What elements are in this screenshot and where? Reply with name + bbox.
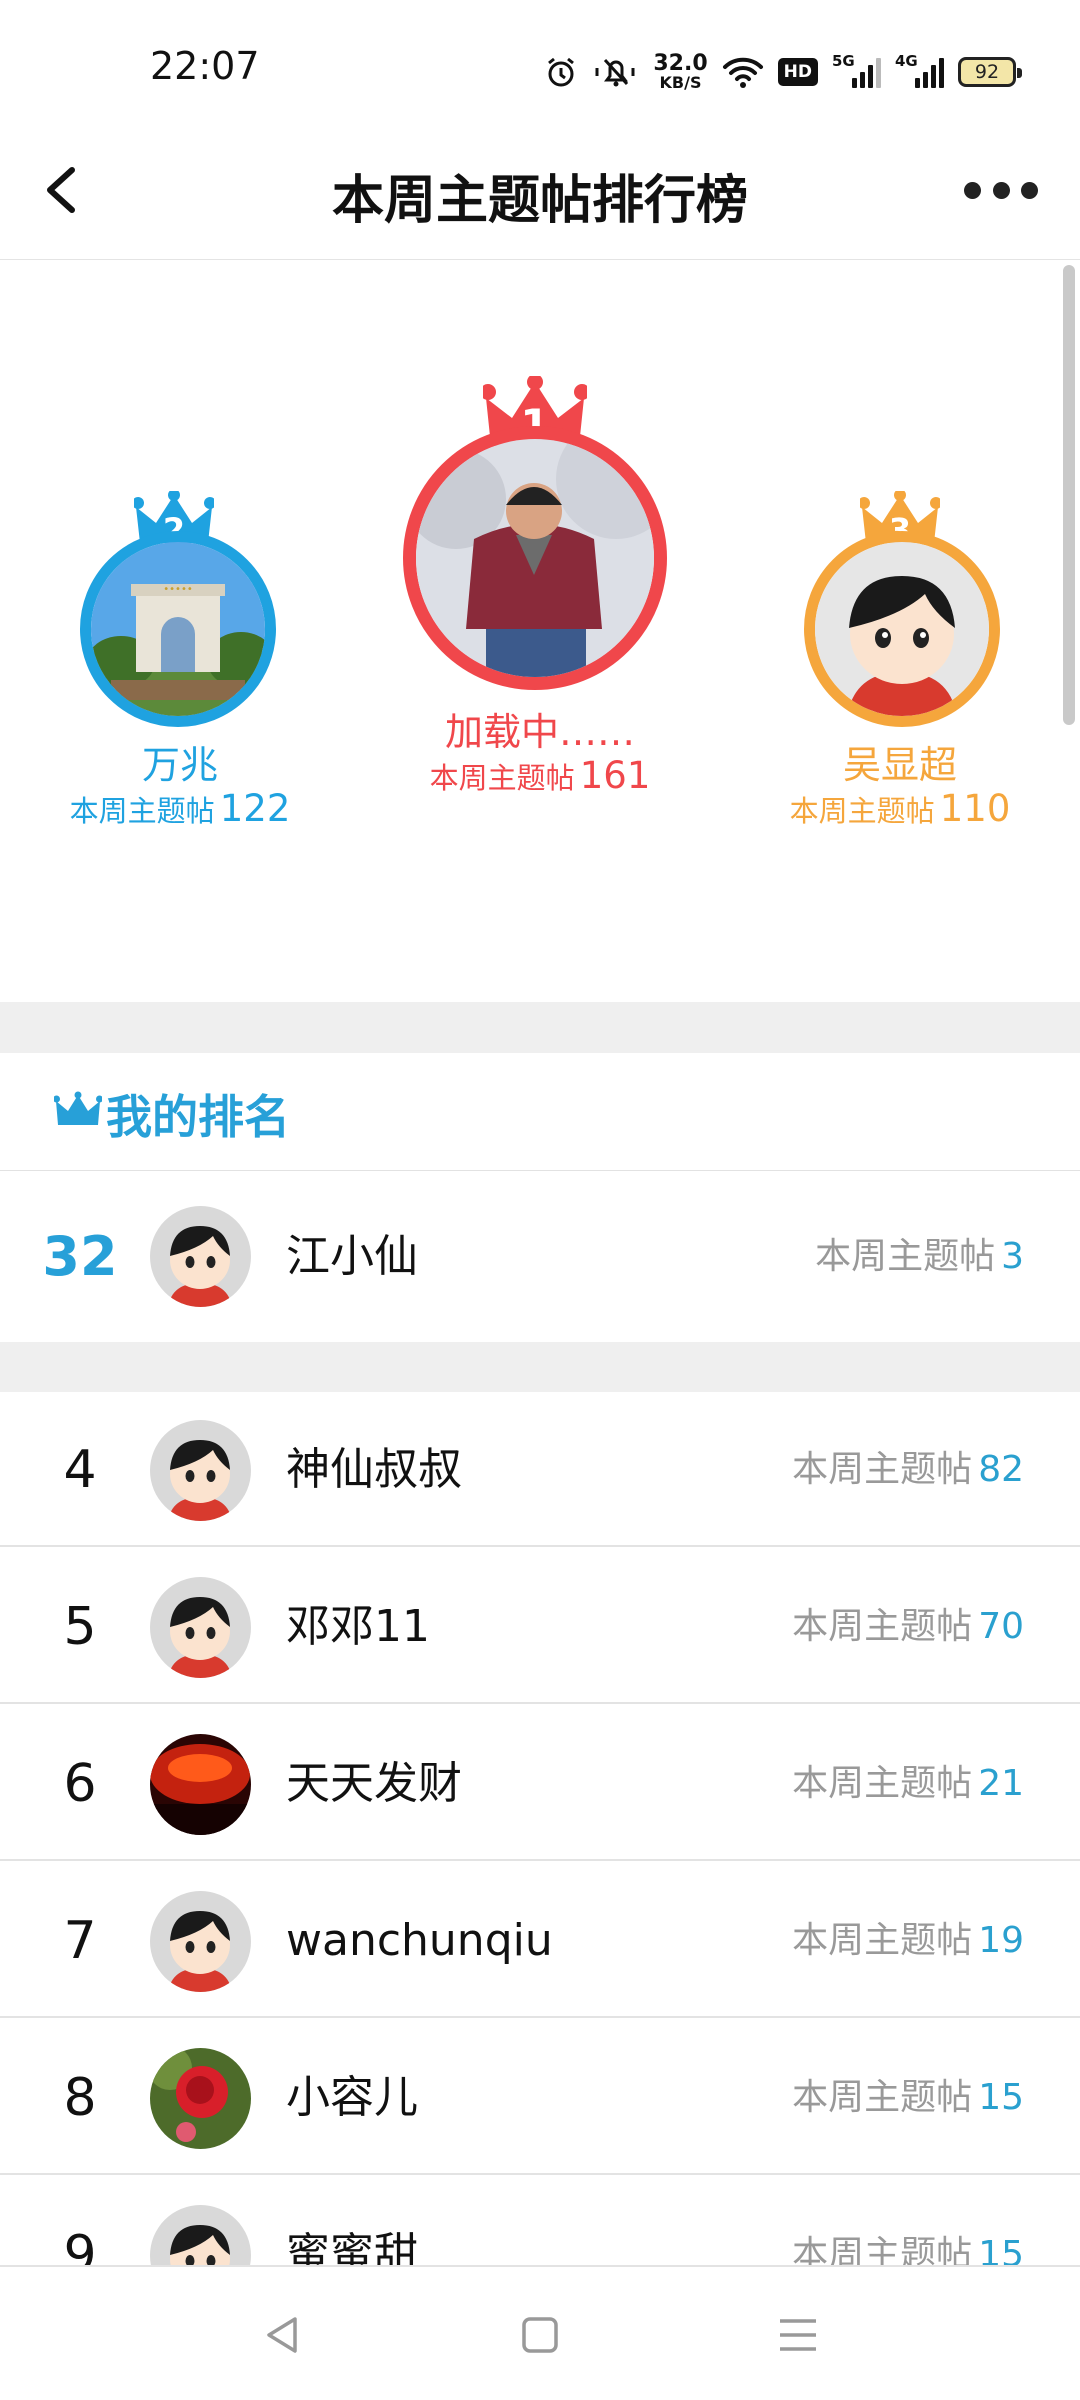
avatar — [804, 531, 1000, 727]
user-name: 江小仙 — [286, 1231, 418, 1282]
post-count: 本周主题帖 82 — [792, 1449, 1024, 1490]
user-name: 神仙叔叔 — [286, 1444, 462, 1495]
net-speed: 32.0 KB/S — [653, 51, 708, 92]
signal-4g-icon: 4G — [895, 52, 944, 88]
podium-name: 万兆 — [141, 743, 218, 787]
avatar — [150, 1420, 251, 1521]
scrollbar[interactable] — [1063, 265, 1075, 725]
rank-number: 6 — [63, 1754, 97, 1814]
menu-lines-icon[interactable] — [770, 2307, 826, 2363]
list-item[interactable]: 9 蜜蜜甜 本周主题帖 15 — [0, 2178, 1080, 2267]
post-count: 本周主题帖 15 — [792, 2077, 1024, 2118]
avatar — [150, 1891, 251, 1992]
status-time: 22:07 — [150, 44, 260, 88]
post-count: 本周主题帖 70 — [792, 1606, 1024, 1647]
battery-icon: 92 — [958, 57, 1022, 87]
user-name: 天天发财 — [286, 1758, 462, 1809]
user-name: 小容儿 — [286, 2072, 418, 2123]
podium-stat: 本周主题帖 122 — [69, 787, 291, 830]
user-name: 蜜蜜甜 — [286, 2229, 418, 2267]
section-divider — [0, 1002, 1080, 1053]
avatar — [150, 1577, 251, 1678]
post-count: 本周主题帖 21 — [792, 1763, 1024, 1804]
section-divider — [0, 1342, 1080, 1392]
mute-icon — [595, 58, 635, 87]
podium-rank-1[interactable]: 1 加载中…… 本周主题帖 161 — [395, 374, 685, 816]
crown-icon — [54, 1091, 102, 1125]
list-item[interactable]: 4 神仙叔叔 本周主题帖 82 — [0, 1393, 1080, 1547]
alarm-icon — [548, 57, 575, 87]
page-title: 本周主题帖排行榜 — [331, 171, 748, 231]
system-nav-bar — [0, 2267, 1080, 2400]
avatar — [150, 2048, 251, 2149]
podium-name: 加载中…… — [444, 710, 635, 754]
svg-text:•••••: ••••• — [163, 584, 193, 595]
top-nav: 本周主题帖排行榜 — [0, 120, 1080, 260]
rank-number: 9 — [63, 2225, 97, 2267]
wifi-icon — [722, 57, 763, 88]
podium-rank-2[interactable]: 2 ••••• 万兆 本周主题帖 122 — [40, 489, 320, 891]
back-triangle-icon[interactable] — [255, 2307, 311, 2363]
avatar — [403, 426, 667, 690]
rank-number: 7 — [63, 1911, 97, 1971]
list-item[interactable]: 6 天天发财 本周主题帖 21 — [0, 1707, 1080, 1861]
status-bar: 22:07 32.0 KB/S HD 5G 4G 92 — [0, 0, 1080, 120]
rank-number: 8 — [63, 2068, 97, 2128]
avatar — [150, 1734, 251, 1835]
rank-number: 4 — [63, 1440, 97, 1500]
list-item[interactable]: 5 邓邓11 本周主题帖 70 — [0, 1550, 1080, 1704]
list-item[interactable]: 8 小容儿 本周主题帖 15 — [0, 2021, 1080, 2175]
avatar: ••••• — [80, 531, 276, 727]
my-rank-row[interactable]: 32 江小仙 本周主题帖 3 — [0, 1172, 1080, 1342]
user-name: 邓邓11 — [286, 1601, 430, 1652]
my-rank-header: 我的排名 — [0, 1053, 1080, 1171]
list-item[interactable]: 7 wanchunqiu 本周主题帖 19 — [0, 1864, 1080, 2018]
podium-stat: 本周主题帖 110 — [789, 787, 1011, 830]
avatar — [150, 2205, 251, 2265]
hd-icon: HD — [777, 58, 818, 86]
post-count: 本周主题帖 19 — [792, 1920, 1024, 1961]
rank-number: 32 — [42, 1225, 118, 1288]
rank-number: 5 — [63, 1597, 97, 1657]
podium-name: 吴显超 — [842, 743, 957, 787]
home-square-icon[interactable] — [512, 2307, 568, 2363]
post-count: 本周主题帖 15 — [792, 2234, 1024, 2267]
status-icons: 32.0 KB/S HD 5G 4G 92 — [543, 46, 1022, 98]
podium-rank-3[interactable]: 3 吴显超 本周主题帖 110 — [760, 489, 1040, 891]
my-rank-title: 我的排名 — [106, 1090, 290, 1144]
podium-stat: 本周主题帖 161 — [429, 754, 651, 797]
avatar — [150, 1206, 251, 1307]
signal-5g-icon: 5G — [832, 52, 881, 88]
post-count: 本周主题帖 3 — [815, 1236, 1024, 1277]
top3-podium: 2 ••••• 万兆 本周主题帖 122 1 加载中…… 本周主题帖 161 3… — [0, 261, 1080, 1000]
user-name: wanchunqiu — [286, 1915, 553, 1966]
more-dots-icon[interactable] — [956, 160, 1046, 220]
